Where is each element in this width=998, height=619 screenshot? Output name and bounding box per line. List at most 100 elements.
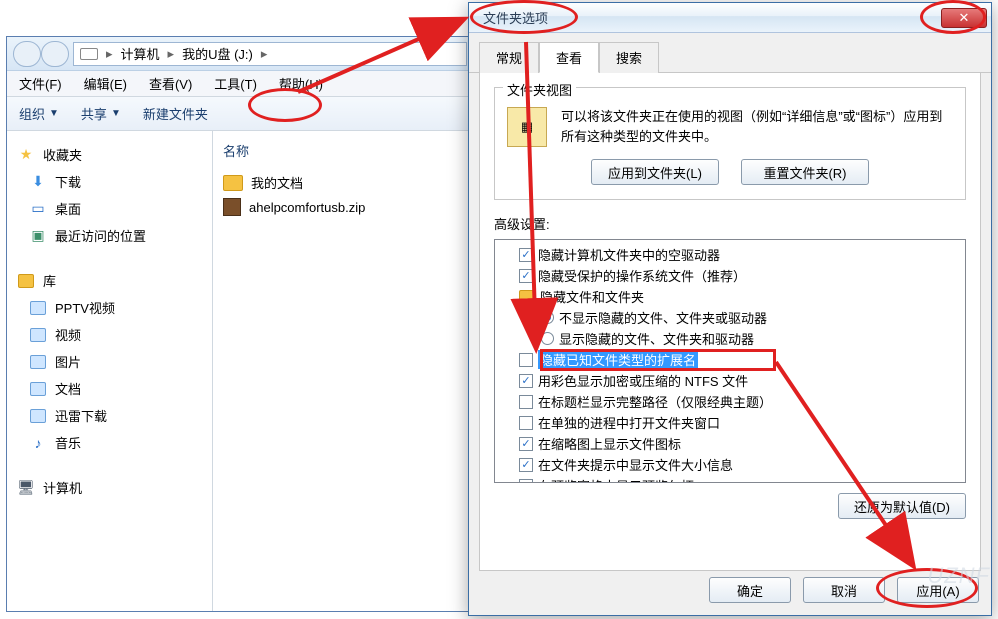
toolbar: 组织▼ 共享▼ 新建文件夹 (7, 97, 473, 131)
pictures-icon (29, 353, 47, 371)
tab-panel-view: 文件夹视图 ▦ 可以将该文件夹正在使用的视图（例如“详细信息”或“图标”）应用到… (479, 73, 981, 571)
restore-defaults-button[interactable]: 还原为默认值(D) (838, 493, 966, 519)
checkbox-icon[interactable] (519, 479, 533, 484)
tree-item[interactable]: 用彩色显示加密或压缩的 NTFS 文件 (501, 370, 959, 391)
forward-button[interactable] (41, 41, 69, 67)
checkbox-icon[interactable] (519, 248, 533, 262)
sidebar-computer[interactable]: 🖥计算机 (11, 474, 208, 501)
chevron-right-icon: ▸ (106, 46, 113, 62)
explorer-window: ▸ 计算机 ▸ 我的U盘 (J:) ▸ 文件(F) 编辑(E) 查看(V) 工具… (6, 36, 474, 612)
tab-general[interactable]: 常规 (479, 42, 539, 73)
explorer-addressbar-row: ▸ 计算机 ▸ 我的U盘 (J:) ▸ (7, 37, 473, 71)
file-list: 名称 我的文档 ahelpcomfortusb.zip (213, 131, 473, 611)
sidebar-pptv[interactable]: PPTV视频 (11, 294, 208, 321)
checkbox-icon[interactable] (519, 374, 533, 388)
tree-item[interactable]: 隐藏计算机文件夹中的空驱动器 (501, 244, 959, 265)
video-icon (29, 326, 47, 344)
checkbox-icon[interactable] (519, 353, 533, 367)
download-icon (29, 407, 47, 425)
drive-icon (80, 48, 98, 60)
fieldset-legend: 文件夹视图 (503, 80, 576, 99)
tree-item-hide-ext[interactable]: 隐藏已知文件类型的扩展名 (501, 349, 959, 370)
cancel-button[interactable]: 取消 (803, 577, 885, 603)
folder-options-dialog: 文件夹选项 ✕ 常规 查看 搜索 文件夹视图 ▦ 可以将该文件夹正在使用的视图（… (468, 2, 992, 616)
chevron-right-icon: ▸ (168, 46, 175, 62)
tree-item[interactable]: 在单独的进程中打开文件夹窗口 (501, 412, 959, 433)
checkbox-icon[interactable] (519, 437, 533, 451)
video-icon (29, 299, 47, 317)
breadcrumb-drive[interactable]: 我的U盘 (J:) (182, 44, 253, 63)
tab-row: 常规 查看 搜索 (469, 33, 991, 73)
list-item[interactable]: ahelpcomfortusb.zip (219, 195, 467, 219)
menu-bar: 文件(F) 编辑(E) 查看(V) 工具(T) 帮助(H) (7, 71, 473, 97)
share-button[interactable]: 共享▼ (81, 104, 121, 123)
tree-item[interactable]: 不显示隐藏的文件、文件夹或驱动器 (501, 307, 959, 328)
sidebar-thunder[interactable]: 迅雷下载 (11, 402, 208, 429)
menu-help[interactable]: 帮助(H) (275, 72, 327, 95)
recent-icon: ▣ (29, 227, 47, 245)
organize-button[interactable]: 组织▼ (19, 104, 59, 123)
list-item[interactable]: 我的文档 (219, 170, 467, 195)
sidebar-documents[interactable]: 文档 (11, 375, 208, 402)
desktop-icon: ▭ (29, 200, 47, 218)
zip-icon (223, 198, 241, 216)
sidebar-desktop[interactable]: ▭桌面 (11, 195, 208, 222)
advanced-settings-tree[interactable]: 隐藏计算机文件夹中的空驱动器 隐藏受保护的操作系统文件（推荐） 隐藏文件和文件夹… (494, 239, 966, 483)
dialog-title-bar: 文件夹选项 ✕ (469, 3, 991, 33)
tree-item[interactable]: 在预览窗格中显示预览句柄 (501, 475, 959, 483)
menu-edit[interactable]: 编辑(E) (80, 72, 131, 95)
tree-item[interactable]: 显示隐藏的文件、文件夹和驱动器 (501, 328, 959, 349)
breadcrumb-computer[interactable]: 计算机 (121, 44, 160, 63)
tree-item[interactable]: 在缩略图上显示文件图标 (501, 433, 959, 454)
dialog-title: 文件夹选项 (483, 8, 941, 27)
apply-to-folders-button[interactable]: 应用到文件夹(L) (591, 159, 719, 185)
fieldset-desc: 可以将该文件夹正在使用的视图（例如“详细信息”或“图标”）应用到所有这种类型的文… (561, 107, 953, 147)
explorer-body: ★收藏夹 ⬇下载 ▭桌面 ▣最近访问的位置 库 PPTV视频 视频 图片 文档 … (7, 131, 473, 611)
sidebar-recent[interactable]: ▣最近访问的位置 (11, 222, 208, 249)
sidebar-music[interactable]: ♪音乐 (11, 429, 208, 456)
new-folder-button[interactable]: 新建文件夹 (143, 104, 208, 123)
tree-item[interactable]: 在文件夹提示中显示文件大小信息 (501, 454, 959, 475)
sidebar: ★收藏夹 ⬇下载 ▭桌面 ▣最近访问的位置 库 PPTV视频 视频 图片 文档 … (7, 131, 213, 611)
close-button[interactable]: ✕ (941, 8, 987, 28)
column-header-name[interactable]: 名称 (219, 137, 467, 170)
menu-file[interactable]: 文件(F) (15, 72, 66, 95)
advanced-settings-label: 高级设置: (494, 214, 966, 233)
reset-folders-button[interactable]: 重置文件夹(R) (741, 159, 869, 185)
tree-item[interactable]: 隐藏文件和文件夹 (501, 286, 959, 307)
chevron-right-icon: ▸ (261, 46, 268, 62)
documents-icon (29, 380, 47, 398)
library-icon (17, 272, 35, 290)
chevron-down-icon: ▼ (49, 108, 59, 119)
chevron-down-icon: ▼ (111, 108, 121, 119)
sidebar-video[interactable]: 视频 (11, 321, 208, 348)
tree-item[interactable]: 隐藏受保护的操作系统文件（推荐） (501, 265, 959, 286)
sidebar-pictures[interactable]: 图片 (11, 348, 208, 375)
back-button[interactable] (13, 41, 41, 67)
tab-search[interactable]: 搜索 (599, 42, 659, 73)
ok-button[interactable]: 确定 (709, 577, 791, 603)
folder-icon (223, 175, 243, 191)
music-icon: ♪ (29, 434, 47, 452)
menu-view[interactable]: 查看(V) (145, 72, 196, 95)
checkbox-icon[interactable] (519, 395, 533, 409)
checkbox-icon[interactable] (519, 458, 533, 472)
download-icon: ⬇ (29, 173, 47, 191)
folder-icon (519, 290, 535, 304)
sidebar-libraries[interactable]: 库 (11, 267, 208, 294)
radio-icon[interactable] (541, 332, 554, 345)
checkbox-icon[interactable] (519, 416, 533, 430)
tab-view[interactable]: 查看 (539, 42, 599, 73)
address-bar[interactable]: ▸ 计算机 ▸ 我的U盘 (J:) ▸ (73, 42, 467, 66)
nav-buttons (13, 41, 69, 67)
star-icon: ★ (17, 146, 35, 164)
watermark: UZNF (927, 563, 990, 589)
radio-icon[interactable] (541, 311, 554, 324)
menu-tools[interactable]: 工具(T) (210, 72, 261, 95)
folder-view-icon: ▦ (507, 107, 547, 147)
tree-item[interactable]: 在标题栏显示完整路径（仅限经典主题） (501, 391, 959, 412)
close-icon: ✕ (959, 10, 970, 26)
checkbox-icon[interactable] (519, 269, 533, 283)
sidebar-favorites[interactable]: ★收藏夹 (11, 141, 208, 168)
sidebar-downloads[interactable]: ⬇下载 (11, 168, 208, 195)
